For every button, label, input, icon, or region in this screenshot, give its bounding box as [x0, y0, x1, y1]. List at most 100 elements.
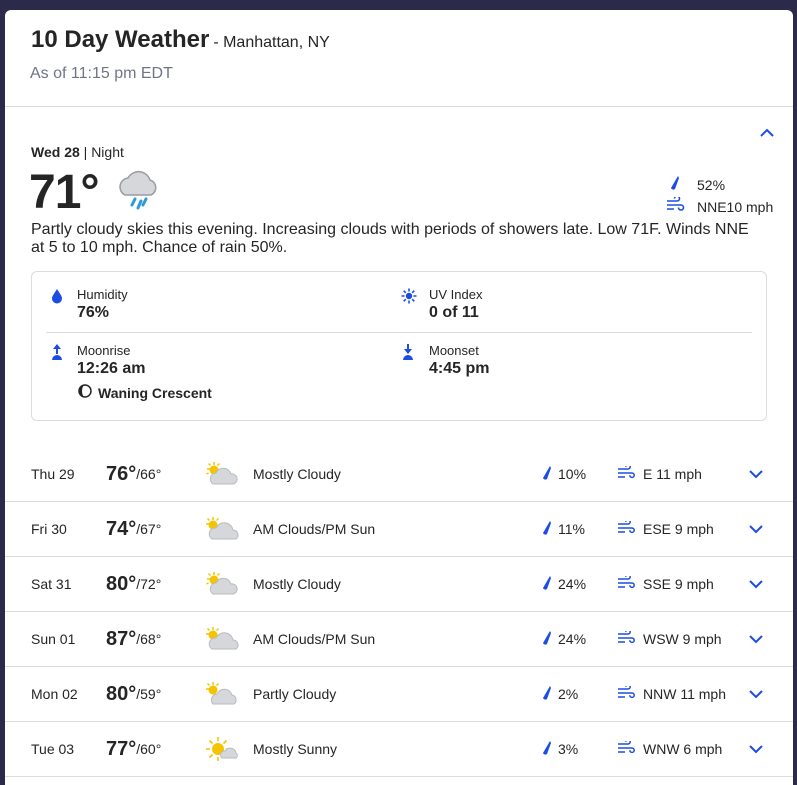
today-wind-value: NNE10 mph [697, 198, 774, 215]
expand-chevron-down-icon[interactable] [748, 502, 764, 556]
today-narrative: Partly cloudy skies this evening. Increa… [31, 221, 749, 256]
today-day: Wed 28 [31, 144, 80, 160]
wind-icon [617, 628, 635, 648]
forecast-condition: Mostly Cloudy [253, 576, 341, 592]
moonrise-value: 12:26 am [77, 360, 146, 377]
humidity-value: 76% [77, 304, 110, 321]
forecast-low: /59° [136, 686, 162, 702]
forecast-day: Fri 30 [31, 521, 67, 537]
title-line: 10 Day Weather - Manhattan, NY [31, 26, 330, 54]
forecast-day: Thu 29 [31, 466, 75, 482]
moonset-icon [401, 343, 415, 366]
moonset-cell: Moonset 4:45 pm [429, 343, 489, 378]
forecast-precip-value: 24% [558, 576, 587, 592]
forecast-high: 77° [106, 737, 137, 760]
forecast-wind-value: WSW 9 mph [643, 631, 722, 647]
forecast-precip: 24% [540, 612, 586, 666]
moon-phase: Waning Crescent [78, 384, 212, 401]
location-label: - Manhattan, NY [213, 34, 330, 51]
expand-chevron-down-icon[interactable] [748, 667, 764, 721]
expand-chevron-down-icon[interactable] [748, 557, 764, 611]
forecast-wind: WNW 6 mph [617, 722, 722, 776]
forecast-precip-value: 24% [558, 631, 587, 647]
wind-icon [617, 573, 635, 593]
forecast-low: /66° [136, 466, 162, 482]
mostly-cloudy-icon [204, 557, 240, 611]
collapse-chevron-up-icon[interactable] [757, 123, 777, 143]
wind-icon [617, 463, 635, 483]
wind-icon [617, 518, 635, 538]
forecast-row[interactable]: Fri 30 74°/67° AM Clouds/PM Sun 11% ESE 9 mp… [5, 502, 793, 557]
forecast-condition: AM Clouds/PM Sun [253, 631, 376, 647]
wind-icon [617, 738, 635, 758]
forecast-low: /72° [136, 576, 162, 592]
today-precip: 52% [665, 175, 725, 194]
forecast-row[interactable]: Thu 29 76°/66° Mostly Cloudy 10% E 11 mph [5, 447, 793, 502]
forecast-day: Sun 01 [31, 631, 76, 647]
forecast-wind-value: E 11 mph [643, 466, 702, 482]
expand-chevron-down-icon[interactable] [748, 722, 764, 776]
moon-phase-icon [78, 384, 92, 401]
uv-value: 0 of 11 [429, 304, 479, 321]
wind-icon [617, 683, 635, 703]
expand-chevron-down-icon[interactable] [748, 612, 764, 666]
forecast-day: Sat 31 [31, 576, 72, 592]
partly-sunny-icon [204, 612, 240, 666]
weather-card: 10 Day Weather - Manhattan, NY As of 11:1… [5, 10, 793, 785]
forecast-precip: 3% [540, 722, 578, 776]
raindrop-icon [540, 575, 552, 594]
forecast-condition: AM Clouds/PM Sun [253, 521, 376, 537]
forecast-temps: 74°/67° [106, 502, 161, 556]
forecast-wind-value: SSE 9 mph [643, 576, 714, 592]
today-temperature: 71° [29, 166, 100, 219]
forecast-precip: 2% [540, 667, 578, 721]
moonrise-icon [50, 343, 64, 366]
forecast-wind: ESE 9 mph [617, 502, 714, 556]
forecast-condition: Partly Cloudy [253, 686, 337, 702]
today-separator: | [79, 144, 92, 160]
uv-cell: UV Index 0 of 11 [429, 287, 482, 322]
forecast-wind: E 11 mph [617, 447, 702, 501]
today-precip-value: 52% [697, 176, 726, 193]
moonrise-cell: Moonrise 12:26 am [77, 343, 146, 378]
today-details-box: Humidity 76% UV Index 0 of 11 Moonrise 1… [31, 271, 767, 421]
forecast-high: 74° [106, 517, 137, 540]
today-wind: NNE10 mph [665, 195, 774, 216]
forecast-high: 76° [106, 462, 137, 485]
forecast-wind: SSE 9 mph [617, 557, 714, 611]
forecast-wind: NNW 11 mph [617, 667, 726, 721]
forecast-wind-value: ESE 9 mph [643, 521, 714, 537]
forecast-day: Mon 02 [31, 686, 78, 702]
forecast-high: 87° [106, 627, 137, 650]
raindrop-icon [665, 175, 685, 194]
forecast-low: /67° [136, 521, 162, 537]
forecast-precip-value: 3% [558, 741, 579, 757]
forecast-list: Thu 29 76°/66° Mostly Cloudy 10% E 11 mph Fri… [5, 447, 793, 777]
humidity-label: Humidity [77, 287, 128, 302]
raindrop-icon [540, 520, 552, 539]
forecast-low: /60° [136, 741, 162, 757]
raindrop-icon [540, 740, 552, 759]
forecast-precip: 24% [540, 557, 586, 611]
forecast-temps: 87°/68° [106, 612, 161, 666]
forecast-condition: Mostly Sunny [253, 741, 338, 757]
uv-label: UV Index [429, 287, 483, 302]
forecast-precip: 11% [540, 502, 585, 556]
forecast-row[interactable]: Sat 31 80°/72° Mostly Cloudy 24% SSE 9 mph [5, 557, 793, 612]
forecast-low: /68° [136, 631, 162, 647]
forecast-wind-value: NNW 11 mph [643, 686, 726, 702]
forecast-row[interactable]: Mon 02 80°/59° Partly Cloudy 2% NNW 11 mph [5, 667, 793, 722]
uv-sun-icon [401, 288, 417, 309]
forecast-row[interactable]: Tue 03 77°/60° Mostly Sunny 3% WNW 6 mph [5, 722, 793, 777]
expand-chevron-down-icon[interactable] [748, 447, 764, 501]
moonrise-label: Moonrise [77, 343, 131, 358]
humidity-drop-icon [50, 288, 64, 309]
today-period: Night [91, 144, 124, 160]
mostly-cloudy-icon [204, 447, 240, 501]
forecast-temps: 77°/60° [106, 722, 161, 776]
forecast-temps: 76°/66° [106, 447, 161, 501]
forecast-precip-value: 11% [558, 521, 585, 537]
partly-sunny-icon [204, 502, 240, 556]
forecast-row[interactable]: Sun 01 87°/68° AM Clouds/PM Sun 24% WSW 9 mp… [5, 612, 793, 667]
forecast-day: Tue 03 [31, 741, 75, 757]
